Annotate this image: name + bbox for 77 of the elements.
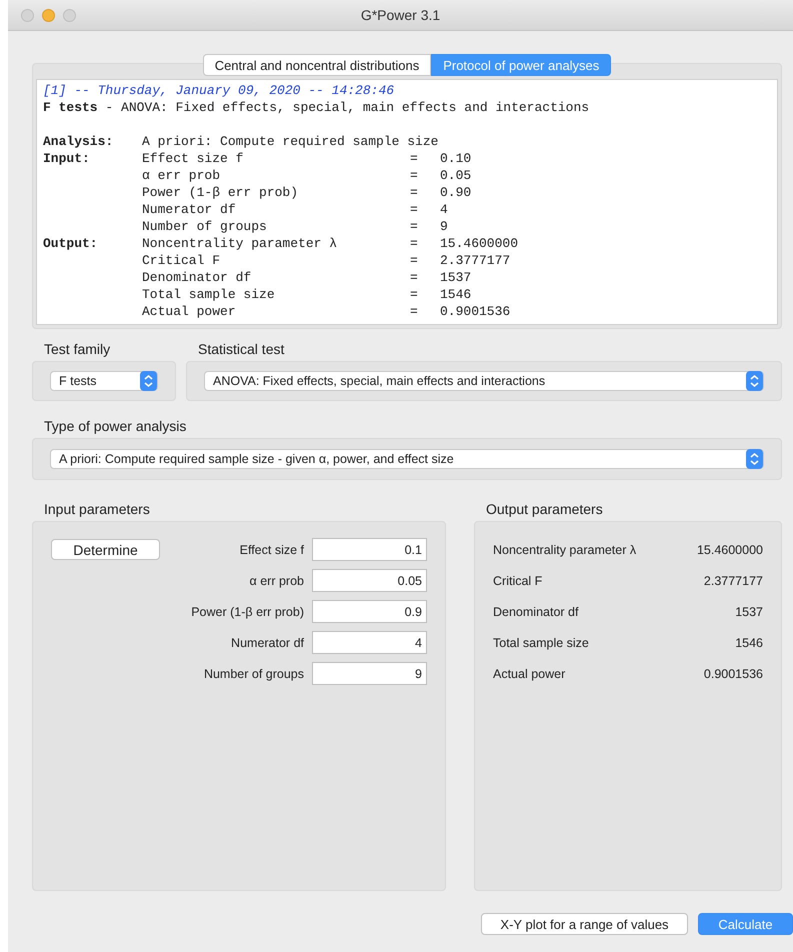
equals-sign: = (410, 184, 419, 201)
parameter-value: 0.05 (440, 167, 472, 184)
output-value: 1546 (735, 636, 763, 650)
section-label: Analysis: (43, 133, 114, 150)
input-field[interactable]: 0.1 (312, 538, 427, 561)
dropdown-value: A priori: Compute required sample size - given α, power, and effect size (59, 452, 454, 466)
parameter-value: 0.9001536 (440, 303, 512, 320)
statistical-test-dropdown[interactable]: ANOVA: Fixed effects, special, main effects and interactions (204, 371, 764, 391)
parameter-value: 4 (440, 201, 449, 218)
parameter-name: Noncentrality parameter λ (142, 235, 338, 252)
equals-sign: = (410, 150, 419, 167)
equals-sign: = (410, 269, 419, 286)
equals-sign: = (410, 286, 419, 303)
parameter-value: 15.4600000 (440, 235, 520, 252)
field-label: Number of groups (202, 666, 305, 680)
stepper-icon (140, 371, 157, 391)
parameter-name: A priori: Compute required sample size (142, 133, 440, 150)
equals-sign: = (410, 252, 419, 269)
field-label: α err prob (248, 574, 305, 588)
input-field[interactable]: 0.9 (312, 600, 427, 623)
output-label: Total sample size (493, 636, 590, 650)
parameter-value: 0.90 (440, 184, 472, 201)
test-family-dropdown[interactable]: F tests (50, 371, 158, 391)
close-icon[interactable] (21, 9, 34, 22)
parameter-name: Effect size f (142, 150, 244, 167)
zoom-icon[interactable] (63, 9, 76, 22)
parameter-value: 1537 (440, 269, 472, 286)
parameter-name: Total sample size (142, 286, 276, 303)
stepper-icon (746, 449, 763, 469)
output-label: Denominator df (493, 604, 580, 618)
minimize-icon[interactable] (42, 9, 55, 22)
equals-sign: = (410, 235, 419, 252)
determine-button[interactable]: Determine (51, 539, 160, 560)
section-label: Output: (43, 235, 99, 252)
field-label: Numerator df (230, 636, 305, 650)
parameter-value: 0.10 (440, 150, 472, 167)
output-value: 0.9001536 (704, 666, 763, 680)
output-label: Critical F (493, 574, 544, 588)
field-label: Effect size f (238, 542, 305, 556)
output-label: Noncentrality parameter λ (493, 542, 638, 556)
equals-sign: = (410, 303, 419, 320)
input-field[interactable]: 0.05 (312, 569, 427, 592)
equals-sign: = (410, 167, 419, 184)
output-value: 2.3777177 (704, 574, 763, 588)
parameter-name: Number of groups (142, 218, 268, 235)
parameter-name: Actual power (142, 303, 237, 320)
dropdown-value: ANOVA: Fixed effects, special, main effects and interactions (213, 374, 546, 388)
section-label: Output parameters (485, 500, 604, 518)
input-field[interactable]: 9 (312, 662, 427, 685)
parameter-name: α err prob (142, 167, 222, 184)
parameter-value: 1546 (440, 286, 472, 303)
field-label: Power (1-β err prob) (190, 604, 305, 618)
parameter-value: 9 (440, 218, 449, 235)
dropdown-value: F tests (59, 374, 97, 388)
output-value: 15.4600000 (696, 542, 763, 556)
stepper-icon (746, 371, 763, 391)
parameter-name: Denominator df (142, 269, 252, 286)
parameter-name: Critical F (142, 252, 222, 269)
equals-sign: = (410, 201, 419, 218)
test-line: F tests - ANOVA: Fixed effects, special, main effects and interactions (43, 99, 590, 116)
window-title: G*Power 3.1 (360, 7, 440, 23)
equals-sign: = (410, 218, 419, 235)
output-value: 1537 (735, 604, 763, 618)
parameter-value: 2.3777177 (440, 252, 512, 269)
protocol-header: [1] -- Thursday, January 09, 2020 -- 14:28:46 (43, 82, 394, 99)
power-analysis-type-dropdown[interactable]: A priori: Compute required sample size - given α, power, and effect size (50, 449, 764, 469)
input-field[interactable]: 4 (312, 631, 427, 654)
plot-button[interactable]: X-Y plot for a range of values (481, 913, 688, 935)
section-label: Input: (43, 150, 91, 167)
section-label: Statistical test (197, 340, 286, 358)
section-label: Test family (43, 340, 112, 358)
section-label: Type of power analysis (43, 417, 188, 435)
section-label: Input parameters (43, 500, 151, 518)
tab[interactable]: Central and noncentral distributions (202, 54, 432, 76)
parameter-name: Numerator df (142, 201, 237, 218)
parameter-name: Power (1-β err prob) (142, 184, 300, 201)
output-label: Actual power (493, 666, 566, 680)
